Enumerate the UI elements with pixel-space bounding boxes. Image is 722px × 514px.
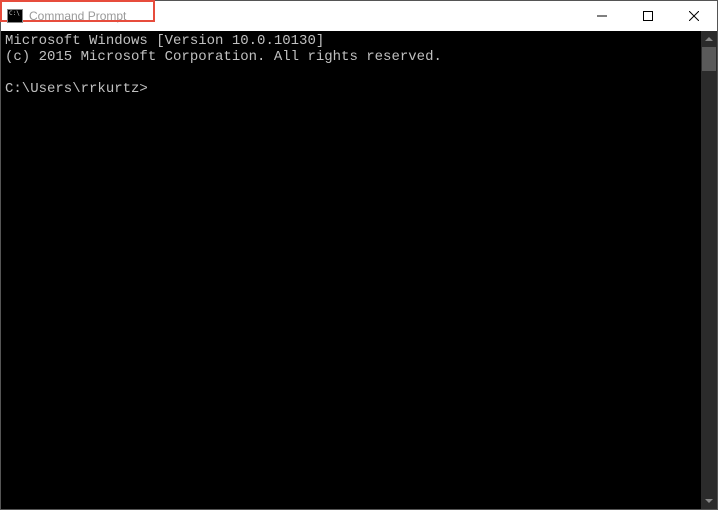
command-prompt-window: Command Prompt Microsoft Windows [Versio…: [0, 0, 718, 510]
titlebar-left: Command Prompt: [1, 1, 126, 31]
scrollbar-thumb[interactable]: [702, 47, 716, 71]
scrollbar-up-arrow[interactable]: [701, 31, 717, 47]
terminal-line-copyright: (c) 2015 Microsoft Corporation. All righ…: [5, 49, 697, 65]
close-button[interactable]: [671, 1, 717, 30]
maximize-button[interactable]: [625, 1, 671, 30]
minimize-button[interactable]: [579, 1, 625, 30]
terminal-line-version: Microsoft Windows [Version 10.0.10130]: [5, 33, 697, 49]
vertical-scrollbar[interactable]: [701, 31, 717, 509]
terminal-area[interactable]: Microsoft Windows [Version 10.0.10130](c…: [1, 31, 717, 509]
window-title: Command Prompt: [29, 9, 126, 23]
window-controls: [579, 1, 717, 30]
terminal-blank-line: [5, 65, 697, 81]
command-prompt-icon: [7, 9, 23, 23]
scrollbar-track[interactable]: [701, 47, 717, 493]
terminal-content[interactable]: Microsoft Windows [Version 10.0.10130](c…: [1, 31, 701, 509]
scrollbar-down-arrow[interactable]: [701, 493, 717, 509]
titlebar[interactable]: Command Prompt: [1, 1, 717, 31]
terminal-prompt: C:\Users\rrkurtz>: [5, 81, 697, 97]
